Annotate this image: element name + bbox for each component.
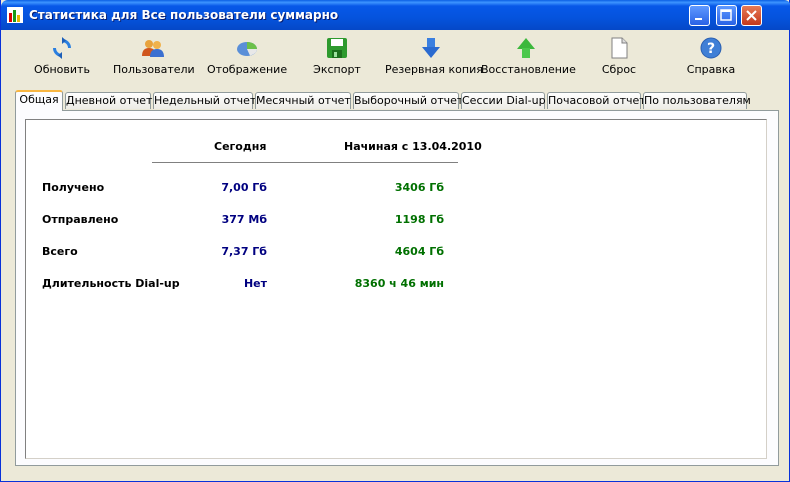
minimize-button[interactable] bbox=[689, 5, 710, 26]
arrow-down-icon bbox=[422, 38, 440, 58]
received-today-value: 7,00 Гб bbox=[221, 181, 267, 194]
row-label-dialup-duration: Длительность Dial-up bbox=[42, 277, 180, 290]
maximize-button[interactable] bbox=[716, 5, 737, 26]
help-button[interactable]: ? Справка bbox=[679, 32, 743, 80]
refresh-label: Обновить bbox=[34, 63, 90, 76]
display-icon bbox=[237, 42, 257, 56]
minimize-icon bbox=[695, 18, 702, 20]
display-button[interactable]: Отображение bbox=[207, 32, 287, 80]
col-header-since: Начиная с 13.04.2010 bbox=[344, 140, 482, 153]
reset-button[interactable]: Сброс bbox=[591, 32, 647, 80]
display-label: Отображение bbox=[207, 63, 288, 76]
toolbar: Обновить Пользователи Отображение Экспор… bbox=[5, 32, 785, 82]
close-icon bbox=[746, 10, 757, 21]
restore-label: Восстановление bbox=[481, 63, 576, 76]
tab-hourly[interactable]: Почасовой отчет bbox=[547, 92, 646, 109]
col-header-today: Сегодня bbox=[214, 140, 267, 153]
blank-page-icon bbox=[611, 37, 628, 59]
dialup-today-value: Нет bbox=[243, 277, 267, 290]
restore-button[interactable]: Восстановление bbox=[481, 32, 576, 80]
row-label-sent: Отправлено bbox=[42, 213, 119, 226]
arrow-up-icon bbox=[517, 38, 535, 58]
tab-weekly[interactable]: Недельный отчет bbox=[153, 92, 256, 109]
close-button[interactable] bbox=[741, 5, 762, 26]
tab-by-users[interactable]: По пользователям bbox=[643, 92, 751, 109]
app-chart-icon bbox=[7, 7, 23, 23]
header-divider bbox=[152, 162, 458, 163]
backup-label: Резервная копия bbox=[385, 63, 483, 76]
received-since-value: 3406 Гб bbox=[394, 181, 444, 194]
tab-panel: Сегодня Начиная с 13.04.2010 Получено 7,… bbox=[15, 110, 779, 466]
users-icon bbox=[142, 40, 164, 57]
total-today-value: 7,37 Гб bbox=[221, 245, 267, 258]
tab-monthly[interactable]: Месячный отчет bbox=[255, 92, 351, 109]
sent-today-value: 377 Мб bbox=[221, 213, 267, 226]
svg-text:?: ? bbox=[707, 41, 715, 57]
help-icon: ? bbox=[700, 37, 722, 59]
tab-selective[interactable]: Выборочный отчет bbox=[353, 92, 463, 109]
users-button[interactable]: Пользователи bbox=[113, 32, 195, 80]
tab-dialup-sessions[interactable]: Сессии Dial-up bbox=[461, 92, 546, 109]
summary-area: Сегодня Начиная с 13.04.2010 Получено 7,… bbox=[25, 119, 767, 459]
refresh-icon bbox=[53, 37, 71, 59]
maximize-icon bbox=[720, 9, 732, 21]
sent-since-value: 1198 Гб bbox=[394, 213, 444, 226]
row-label-total: Всего bbox=[42, 245, 78, 258]
window-title: Статистика для Все пользователи суммарно bbox=[29, 8, 339, 22]
export-label: Экспорт bbox=[313, 63, 361, 76]
export-button[interactable]: Экспорт bbox=[305, 32, 369, 80]
save-icon bbox=[327, 38, 347, 58]
dialup-since-value: 8360 ч 46 мин bbox=[354, 277, 444, 290]
total-since-value: 4604 Гб bbox=[394, 245, 444, 258]
app-window: Статистика для Все пользователи суммарно… bbox=[0, 0, 790, 482]
title-bar[interactable]: Статистика для Все пользователи суммарно bbox=[1, 0, 790, 30]
users-label: Пользователи bbox=[113, 63, 195, 76]
row-label-received: Получено bbox=[42, 181, 105, 194]
tab-general[interactable]: Общая bbox=[15, 90, 63, 111]
help-label: Справка bbox=[686, 63, 736, 76]
tab-daily[interactable]: Дневной отчет bbox=[65, 92, 152, 109]
reset-label: Сброс bbox=[601, 63, 637, 76]
refresh-button[interactable]: Обновить bbox=[27, 32, 97, 80]
backup-button[interactable]: Резервная копия bbox=[385, 32, 483, 80]
